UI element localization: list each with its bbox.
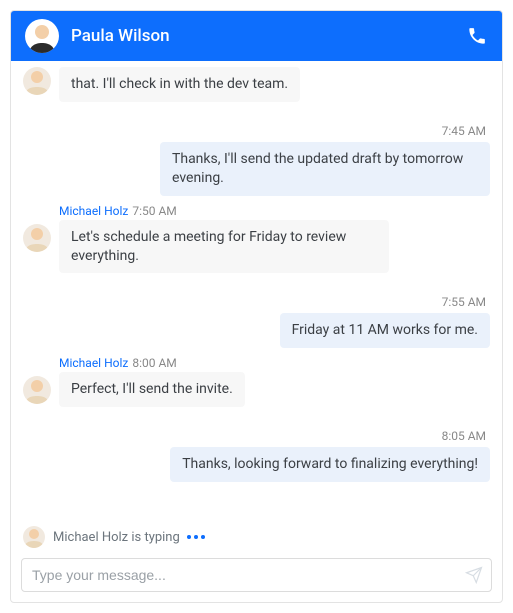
message-bubble: Perfect, I'll send the invite. [59,372,245,407]
send-button[interactable] [457,566,491,584]
message-bubble: Thanks, looking forward to finalizing ev… [170,447,490,482]
message-timestamp: 8:05 AM [23,429,486,443]
message-bubble: Thanks, I'll send the updated draft by t… [160,142,490,196]
chat-window: Paula Wilson that. I'll check in with th… [10,10,503,603]
composer-box [21,558,492,592]
typing-indicator: Michael Holz is typing [11,526,502,552]
message-meta: Michael Holz 8:00 AM [59,356,245,370]
message-timestamp: 7:45 AM [23,124,486,138]
message-bubble: Friday at 11 AM works for me. [280,313,490,348]
incoming-message: that. I'll check in with the dev team. [23,67,490,102]
message-sender: Michael Holz [59,204,128,218]
avatar-icon [23,224,51,252]
message-bubble: that. I'll check in with the dev team. [59,67,300,102]
send-icon [465,566,483,584]
message-bubble: Let's schedule a meeting for Friday to r… [59,220,389,274]
message-avatar [23,376,51,404]
outgoing-message: Thanks, I'll send the updated draft by t… [23,142,490,196]
message-time: 7:50 AM [132,204,176,218]
avatar-icon [23,67,51,95]
message-time: 8:00 AM [132,356,176,370]
incoming-message: Michael Holz 8:00 AM Perfect, I'll send th… [23,356,490,407]
message-timestamp: 7:55 AM [23,295,486,309]
composer [11,552,502,602]
avatar-icon [23,376,51,404]
typing-text: Michael Holz is typing [53,530,205,545]
outgoing-message: Thanks, looking forward to finalizing ev… [23,447,490,482]
message-list[interactable]: that. I'll check in with the dev team. 7:… [11,61,502,526]
message-avatar [23,67,51,95]
contact-avatar[interactable] [25,19,59,53]
phone-icon [467,26,487,46]
message-meta: Michael Holz 7:50 AM [59,204,389,218]
avatar-icon [25,19,59,53]
incoming-message: Michael Holz 7:50 AM Let's schedule a meet… [23,204,490,274]
message-input[interactable] [22,559,457,591]
call-button[interactable] [466,25,488,47]
chat-header: Paula Wilson [11,11,502,61]
typing-avatar [23,526,45,548]
outgoing-message: Friday at 11 AM works for me. [23,313,490,348]
message-avatar [23,224,51,252]
avatar-icon [23,526,45,548]
contact-name: Paula Wilson [71,26,454,46]
typing-dots-icon [187,535,205,539]
message-sender: Michael Holz [59,356,128,370]
